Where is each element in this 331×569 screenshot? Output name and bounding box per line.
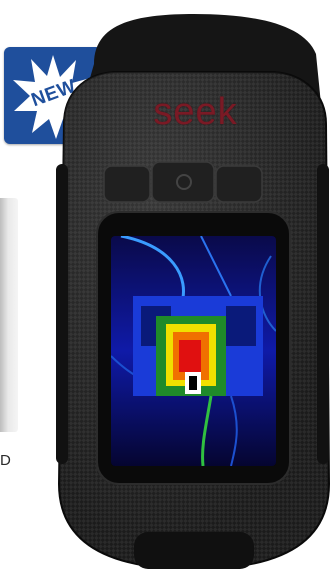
side-panel xyxy=(0,198,18,432)
brand-logo: seek xyxy=(153,91,238,133)
side-caption: D xyxy=(0,452,11,469)
thermal-camera: seek xyxy=(54,14,331,569)
power-icon[interactable] xyxy=(172,170,196,194)
thermal-display xyxy=(111,236,276,466)
